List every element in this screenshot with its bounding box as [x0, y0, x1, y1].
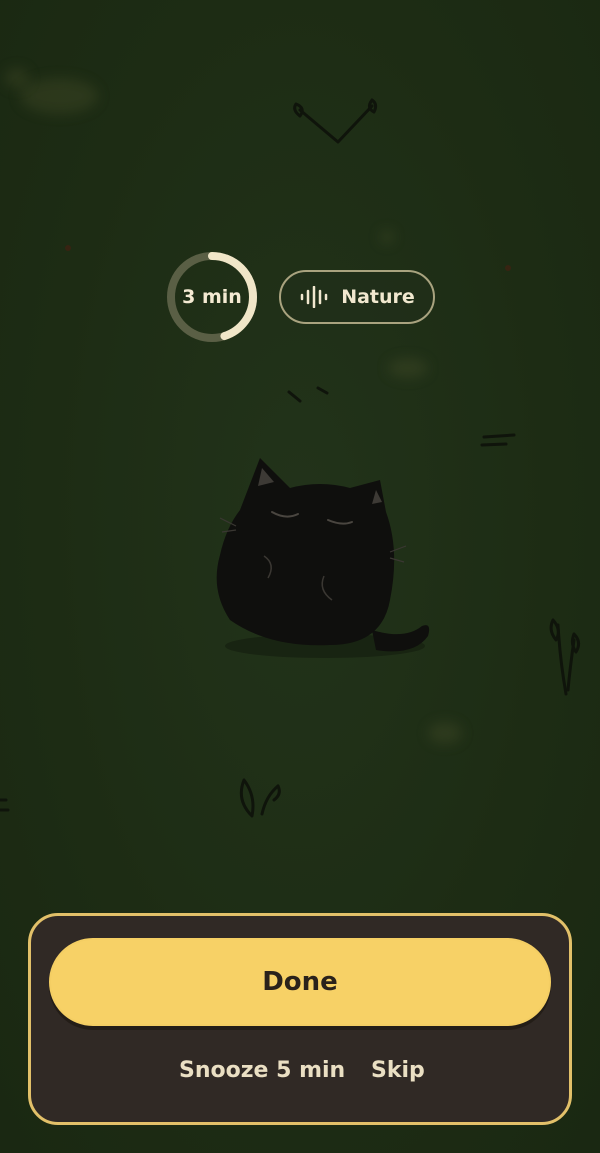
skip-button[interactable]: Skip	[371, 1056, 425, 1086]
nature-scene: 3 min Nature Done Snooze 5 min Skip	[0, 0, 600, 1153]
action-panel: Done Snooze 5 min Skip	[28, 913, 572, 1125]
sleeping-cat-illustration	[216, 458, 430, 658]
timer-ring: 3 min	[166, 251, 258, 343]
sound-label: Nature	[341, 286, 415, 308]
timer-label: 3 min	[182, 286, 242, 308]
snooze-button[interactable]: Snooze 5 min	[179, 1056, 345, 1086]
sound-wave-icon	[300, 286, 328, 308]
done-button[interactable]: Done	[49, 938, 551, 1026]
sound-selector-button[interactable]: Nature	[279, 270, 435, 324]
